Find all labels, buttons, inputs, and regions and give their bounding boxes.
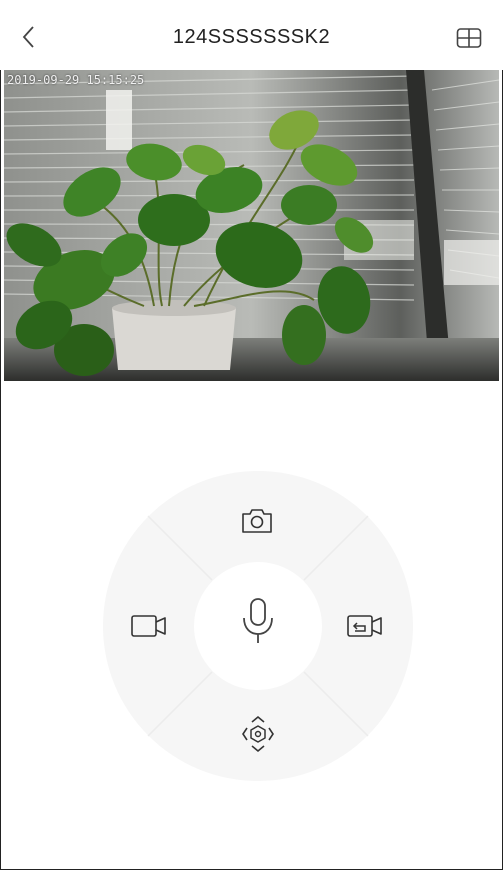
- ptz-direction-icon[interactable]: [240, 714, 276, 754]
- playback-icon[interactable]: [345, 612, 385, 640]
- video-timestamp: 2019-09-29 15:15:25: [7, 73, 145, 87]
- video-record-icon[interactable]: [129, 612, 169, 640]
- top-bar: 124SSSSSSSK2: [0, 0, 503, 70]
- camera-snapshot-icon[interactable]: [239, 506, 275, 536]
- microphone-icon: [243, 598, 273, 643]
- live-video-view[interactable]: 2019-09-29 15:15:25 HD: [4, 70, 499, 381]
- grid-view-icon[interactable]: [456, 27, 482, 49]
- video-frame-image: [4, 70, 499, 381]
- talk-button[interactable]: [194, 562, 322, 690]
- device-title: 124SSSSSSSK2: [172, 26, 331, 48]
- control-dial: [103, 471, 413, 781]
